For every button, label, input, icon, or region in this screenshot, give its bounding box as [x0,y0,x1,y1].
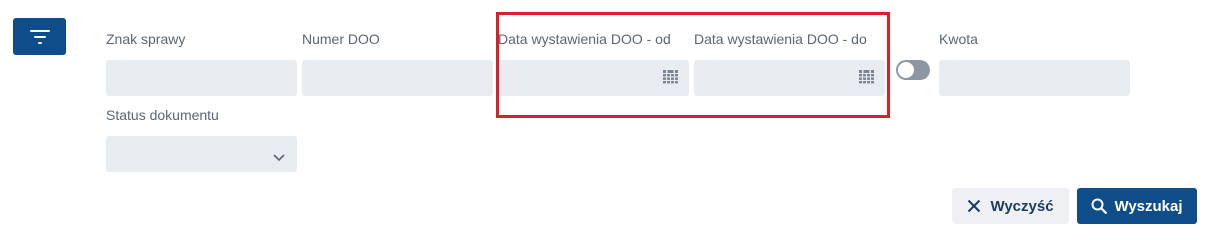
chevron-down-icon [273,149,285,167]
clear-button[interactable]: Wyczyść [952,188,1069,224]
znak-sprawy-label: Znak sprawy [106,31,186,47]
kwota-field: Kwota [939,31,1130,96]
search-icon [1091,198,1108,214]
clear-button-label: Wyczyść [990,197,1054,215]
filter-icon [29,29,50,44]
range-toggle[interactable] [896,60,930,80]
search-button-label: Wyszukaj [1114,197,1183,215]
status-dokumentu-select[interactable] [106,136,297,172]
znak-sprawy-field: Znak sprawy [106,31,297,96]
status-dokumentu-label: Status dokumentu [106,107,219,123]
kwota-input[interactable] [939,60,1130,96]
numer-doo-input[interactable] [302,60,493,96]
filter-toggle-button[interactable] [13,18,66,55]
highlight-box [496,12,890,118]
search-button[interactable]: Wyszukaj [1077,188,1197,224]
kwota-label: Kwota [939,31,978,47]
status-dokumentu-field: Status dokumentu [106,107,297,172]
numer-doo-field: Numer DOO [302,31,493,96]
numer-doo-label: Numer DOO [302,31,380,47]
znak-sprawy-input[interactable] [106,60,297,96]
toggle-knob [898,62,914,78]
close-icon [967,199,981,213]
